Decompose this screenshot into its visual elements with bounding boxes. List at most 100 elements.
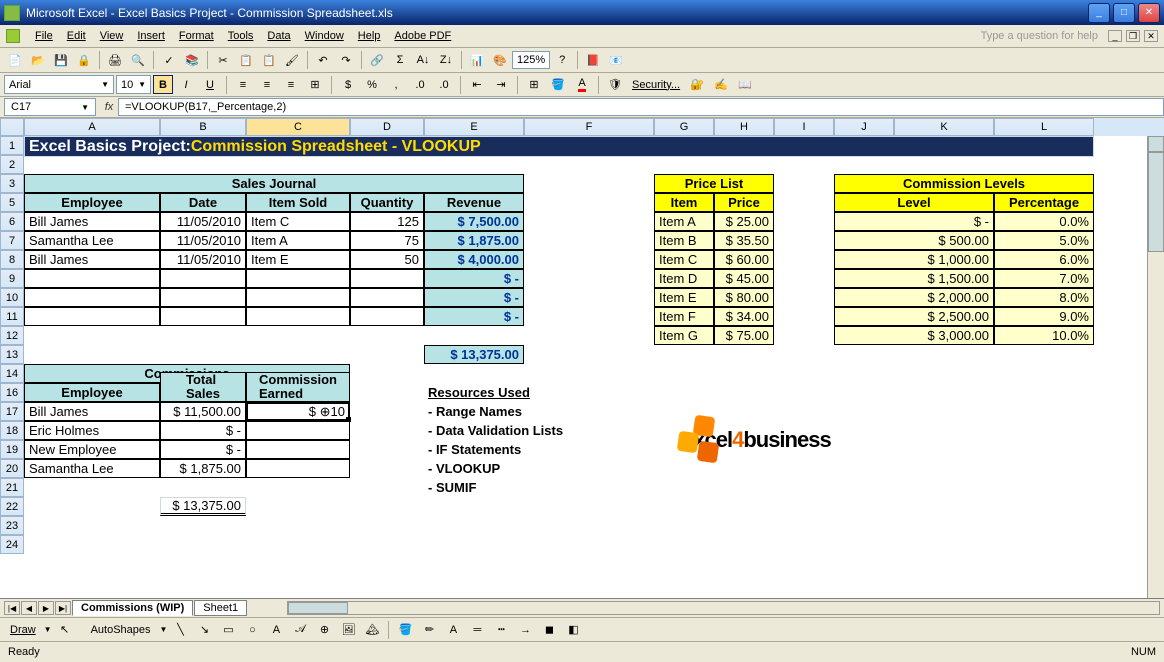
help-search[interactable]: Type a question for help (981, 30, 1098, 42)
row-header-7[interactable]: 7 (0, 231, 24, 250)
sj-item-3[interactable] (246, 269, 350, 288)
save-icon[interactable]: 💾 (50, 50, 72, 70)
textbox-icon[interactable]: A (265, 620, 287, 640)
cl-lvl-3[interactable]: $ 1,500.00 (834, 269, 994, 288)
scroll-thumb[interactable] (1148, 152, 1164, 252)
diagram-icon[interactable]: ⊕ (313, 620, 335, 640)
cl-pct-6[interactable]: 10.0% (994, 326, 1094, 345)
copy-icon[interactable]: 📋 (235, 50, 257, 70)
sj-date-2[interactable]: 11/05/2010 (160, 250, 246, 269)
price-val-6[interactable]: $ 75.00 (714, 326, 774, 345)
menu-window[interactable]: Window (298, 27, 351, 45)
cm-sales-0[interactable]: $ 11,500.00 (160, 402, 246, 421)
tab-first-icon[interactable]: |◀ (4, 601, 20, 615)
cl-lvl-4[interactable]: $ 2,000.00 (834, 288, 994, 307)
menu-insert[interactable]: Insert (130, 27, 172, 45)
sj-item-4[interactable] (246, 288, 350, 307)
cl-lvl-2[interactable]: $ 1,000.00 (834, 250, 994, 269)
sheet-tab-sheet1[interactable]: Sheet1 (194, 600, 247, 616)
merge-icon[interactable]: ⊞ (304, 75, 326, 95)
scroll-up-button[interactable] (1148, 136, 1164, 152)
sj-qty-1[interactable]: 75 (350, 231, 424, 250)
row-header-20[interactable]: 20 (0, 459, 24, 478)
italic-button[interactable]: I (175, 75, 197, 95)
hyperlink-icon[interactable]: 🔗 (366, 50, 388, 70)
sheet-tab-commissions[interactable]: Commissions (WIP) (72, 600, 193, 616)
sj-emp-5[interactable] (24, 307, 160, 326)
wordart-icon[interactable]: 𝒜 (289, 620, 311, 640)
comm-hdr-0[interactable]: Employee (24, 383, 160, 402)
formula-input[interactable]: =VLOOKUP(B17,_Percentage,2) (118, 98, 1164, 116)
comma-icon[interactable]: , (385, 75, 407, 95)
sj-date-0[interactable]: 11/05/2010 (160, 212, 246, 231)
column-header-C[interactable]: C (246, 118, 350, 136)
sj-total[interactable]: $ 13,375.00 (424, 345, 524, 364)
increase-decimal-icon[interactable]: .0 (409, 75, 431, 95)
security-label[interactable]: Security... (632, 79, 680, 91)
draw-menu[interactable]: Draw (4, 624, 42, 636)
clipart-icon[interactable]: 🖼 (337, 620, 359, 640)
oval-icon[interactable]: ○ (241, 620, 263, 640)
sort-desc-icon[interactable]: Z↓ (435, 50, 457, 70)
column-header-I[interactable]: I (774, 118, 834, 136)
research-icon[interactable]: 📚 (181, 50, 203, 70)
mdi-minimize[interactable]: _ (1108, 30, 1122, 42)
menu-file[interactable]: File (28, 27, 60, 45)
price-list-title[interactable]: Price List (654, 174, 774, 193)
sj-item-5[interactable] (246, 307, 350, 326)
comm-hdr-2[interactable]: CommissionEarned (246, 372, 350, 402)
pdf-icon[interactable]: 📕 (582, 50, 604, 70)
cl-pct-4[interactable]: 8.0% (994, 288, 1094, 307)
sj-qty-4[interactable] (350, 288, 424, 307)
cl-lvl-5[interactable]: $ 2,500.00 (834, 307, 994, 326)
row-header-10[interactable]: 10 (0, 288, 24, 307)
underline-button[interactable]: U (199, 75, 221, 95)
cut-icon[interactable]: ✂ (212, 50, 234, 70)
row-header-22[interactable]: 22 (0, 497, 24, 516)
line-icon[interactable]: ╲ (169, 620, 191, 640)
sj-item-0[interactable]: Item C (246, 212, 350, 231)
column-header-F[interactable]: F (524, 118, 654, 136)
sales-journal-title[interactable]: Sales Journal (24, 174, 524, 193)
arrow-style-icon[interactable]: → (514, 620, 536, 640)
menu-help[interactable]: Help (351, 27, 388, 45)
cl-pct-5[interactable]: 9.0% (994, 307, 1094, 326)
column-header-G[interactable]: G (654, 118, 714, 136)
redo-icon[interactable]: ↷ (335, 50, 357, 70)
3d-icon[interactable]: ◧ (562, 620, 584, 640)
cm-comm-2[interactable] (246, 440, 350, 459)
sj-emp-0[interactable]: Bill James (24, 212, 160, 231)
price-val-1[interactable]: $ 35.50 (714, 231, 774, 250)
row-header-9[interactable]: 9 (0, 269, 24, 288)
paste-icon[interactable]: 📋 (258, 50, 280, 70)
cm-emp-1[interactable]: Eric Holmes (24, 421, 160, 440)
increase-indent-icon[interactable]: ⇥ (490, 75, 512, 95)
sales-header-1[interactable]: Date (160, 193, 246, 212)
cl-pct-0[interactable]: 0.0% (994, 212, 1094, 231)
cm-total[interactable]: $ 13,375.00 (160, 497, 246, 516)
help-icon[interactable]: ? (551, 50, 573, 70)
cm-comm-0[interactable]: $ ⊕10 (246, 402, 350, 421)
row-header-2[interactable]: 2 (0, 155, 24, 174)
fill-color-icon[interactable]: 🪣 (547, 75, 569, 95)
print-icon[interactable]: 🖨 (104, 50, 126, 70)
row-header-23[interactable]: 23 (0, 516, 24, 535)
name-box[interactable]: C17▼ (4, 98, 96, 116)
cl-hdr-0[interactable]: Level (834, 193, 994, 212)
sj-item-2[interactable]: Item E (246, 250, 350, 269)
sj-rev-0[interactable]: $ 7,500.00 (424, 212, 524, 231)
open-icon[interactable]: 📂 (27, 50, 49, 70)
sort-asc-icon[interactable]: A↓ (412, 50, 434, 70)
undo-icon[interactable]: ↶ (312, 50, 334, 70)
sj-emp-2[interactable]: Bill James (24, 250, 160, 269)
sales-header-4[interactable]: Revenue (424, 193, 524, 212)
column-header-H[interactable]: H (714, 118, 774, 136)
worksheet-grid[interactable]: ABCDEFGHIJKL 123567891011121314161718192… (0, 118, 1164, 598)
security-icon[interactable]: 🛡 (604, 75, 626, 95)
row-header-13[interactable]: 13 (0, 345, 24, 364)
mdi-close[interactable]: ✕ (1144, 30, 1158, 42)
fill-icon[interactable]: 🪣 (394, 620, 416, 640)
shadow-icon[interactable]: ◼ (538, 620, 560, 640)
format-painter-icon[interactable]: 🖌 (281, 50, 303, 70)
cm-comm-1[interactable] (246, 421, 350, 440)
